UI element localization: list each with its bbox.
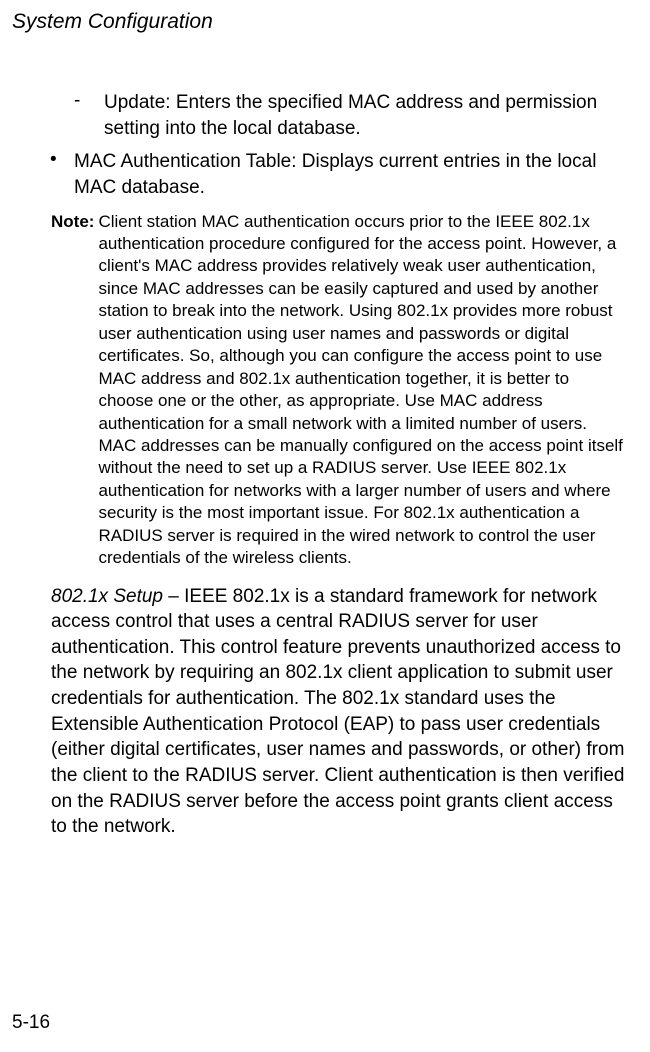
- sub-list-text: Update: Enters the specified MAC address…: [104, 90, 626, 141]
- body-paragraph: 802.1x Setup – IEEE 802.1x is a standard…: [51, 584, 626, 840]
- sub-list-item: - Update: Enters the specified MAC addre…: [74, 90, 626, 141]
- list-text: MAC Authentication Table: Displays curre…: [74, 149, 626, 200]
- list-item: • MAC Authentication Table: Displays cur…: [50, 149, 626, 200]
- body-content: - Update: Enters the specified MAC addre…: [12, 90, 626, 840]
- bullet-icon: •: [50, 149, 74, 200]
- note-label: Note:: [51, 211, 98, 570]
- paragraph-rest: – IEEE 802.1x is a standard framework fo…: [51, 586, 624, 838]
- dash-bullet: -: [74, 90, 104, 141]
- page-number: 5-16: [12, 1012, 50, 1034]
- note-block: Note: Client station MAC authentication …: [51, 211, 626, 570]
- paragraph-lead: 802.1x Setup: [51, 586, 163, 607]
- page-header: System Configuration: [12, 10, 626, 34]
- note-body: Client station MAC authentication occurs…: [98, 211, 626, 570]
